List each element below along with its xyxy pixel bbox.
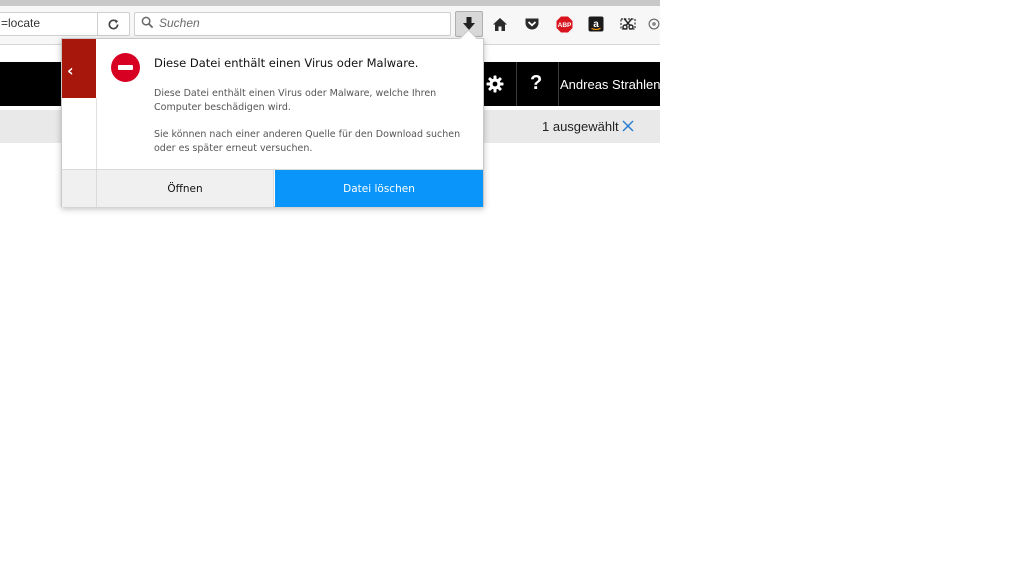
blocked-icon [111,53,140,82]
adblock-plus-button[interactable]: ABP [552,12,576,36]
search-icon [141,16,154,29]
header-divider [558,62,559,106]
reload-button[interactable] [97,13,129,35]
reload-icon [108,18,119,29]
panel-footer: Öffnen Datei löschen [62,169,483,207]
addon-button[interactable] [648,12,660,36]
url-text[interactable]: =locate [1,16,40,30]
svg-text:ABP: ABP [557,22,571,29]
warning-hint: Sie können nach einer anderen Quelle für… [154,129,461,154]
amazon-button[interactable]: a [584,12,608,36]
home-button[interactable] [488,12,512,36]
footer-spacer [62,170,97,207]
header-divider [516,62,517,106]
help-button[interactable]: ? [530,72,542,95]
settings-button[interactable] [483,72,507,96]
svg-text:a: a [593,19,599,30]
amazon-icon: a [588,16,604,32]
home-icon [493,17,507,31]
pocket-button[interactable] [520,12,544,36]
warning-message: Diese Datei enthält einen Virus oder Mal… [154,88,437,113]
browser-window: =locate Suchen ABP a ? Andreas Strahlend… [0,0,660,576]
pocket-icon [525,18,539,29]
url-bar[interactable]: =locate [0,12,130,36]
close-icon[interactable] [621,119,635,133]
addon-icon [648,18,660,30]
search-bar[interactable]: Suchen [134,12,451,36]
panel-side-area [62,98,97,169]
open-button[interactable]: Öffnen [97,170,274,207]
chevron-left-icon: ‹ [67,61,74,80]
search-placeholder: Suchen [159,16,200,30]
delete-file-button[interactable]: Datei löschen [275,170,483,207]
adblock-plus-icon: ABP [556,16,572,32]
screenshot-button[interactable] [616,12,640,36]
warning-title: Diese Datei enthält einen Virus oder Mal… [154,56,419,70]
gear-icon [486,75,504,93]
download-warning-panel: ‹ Diese Datei enthält einen Virus oder M… [61,29,484,207]
screenshot-icon [619,18,636,30]
user-menu[interactable]: Andreas Strahlend [560,77,660,92]
selection-count: 1 ausgewählt [542,119,619,134]
